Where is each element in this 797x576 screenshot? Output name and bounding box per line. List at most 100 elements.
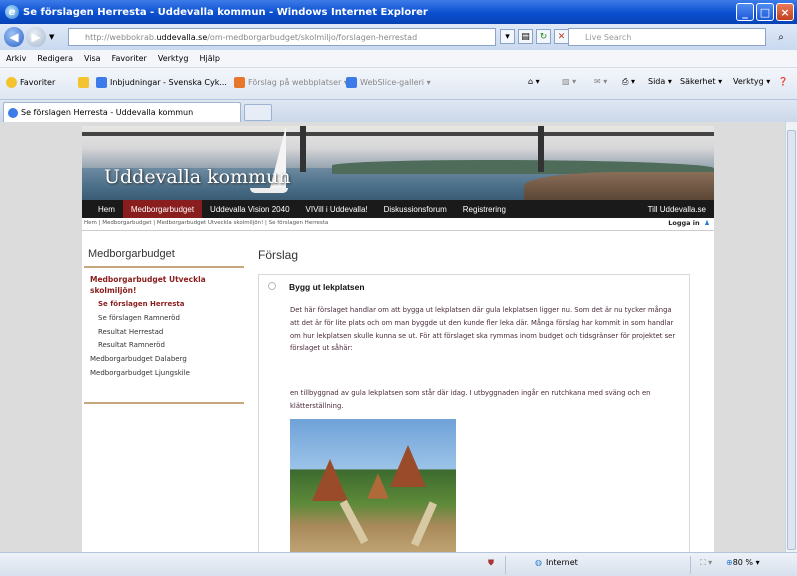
- favorite-link-forslag[interactable]: Förslag på webbplatser ▾: [234, 77, 348, 88]
- security-icon: ⛊: [488, 558, 494, 567]
- login-link[interactable]: Logga in ♟: [668, 219, 710, 227]
- menu-item-redigera[interactable]: Redigera: [37, 54, 73, 63]
- tower-roof: [390, 445, 426, 487]
- site-banner: Uddevalla kommun: [82, 126, 714, 200]
- close-button[interactable]: ×: [776, 3, 794, 21]
- tab-row: Se förslagen Herresta - Uddevalla kommun: [0, 100, 797, 122]
- stop-icon[interactable]: ✕: [554, 29, 569, 44]
- print-button[interactable]: ⎙ ▾: [622, 77, 635, 87]
- sidebar-divider: [84, 402, 244, 404]
- address-bar-row: ◀ ▶ ▼ http://webbokrab. uddevalla.se/om-m…: [0, 24, 797, 50]
- divider: [505, 556, 506, 574]
- feeds-icon: ▧ ▾: [562, 77, 577, 86]
- divider: [690, 556, 691, 574]
- help-button[interactable]: ❓: [778, 77, 788, 86]
- favorites-button[interactable]: Favoriter: [6, 77, 55, 88]
- page-menu-button[interactable]: Sida ▾: [648, 77, 672, 86]
- web-page: Uddevalla kommun Hem Medborgarbudget Udd…: [82, 126, 714, 552]
- zoom-level: 80 %: [732, 558, 754, 567]
- scrollbar-thumb[interactable]: [787, 130, 796, 550]
- nav-item-till-uddevalla[interactable]: Till Uddevalla.se: [648, 200, 706, 218]
- sidebar-item-resultat-herrestad[interactable]: Resultat Herrestad: [84, 326, 244, 340]
- favorites-label: Favoriter: [20, 78, 56, 87]
- status-bar: ⛊ ◍ Internet ⛶ ▾ ⊕ 80 % ▾: [0, 552, 797, 576]
- home-button[interactable]: ⌂ ▾: [528, 77, 540, 86]
- nav-item-vision-2040[interactable]: Uddevalla Vision 2040: [202, 200, 297, 218]
- history-dropdown-icon[interactable]: ▼: [49, 33, 54, 41]
- sidebar-item-herresta[interactable]: Se förslagen Herresta: [84, 298, 244, 312]
- menu-item-verktyg[interactable]: Verktyg: [158, 54, 189, 63]
- favorite-link-webslice[interactable]: WebSlice-galleri ▾: [346, 77, 431, 88]
- slide: [410, 501, 438, 547]
- tab-current[interactable]: Se förslagen Herresta - Uddevalla kommun: [3, 102, 241, 122]
- refresh-icon[interactable]: ↻: [536, 29, 551, 44]
- search-input[interactable]: Live Search: [568, 28, 766, 46]
- favorite-link-label: WebSlice-galleri: [360, 78, 425, 87]
- site-title[interactable]: Uddevalla kommun: [104, 166, 291, 188]
- banner-pylon: [538, 126, 544, 172]
- sidebar-heading: Medborgarbudget: [84, 244, 244, 268]
- page-favicon-icon: [8, 107, 18, 118]
- search-icon[interactable]: ⌕: [770, 29, 792, 45]
- zoom-control[interactable]: ⊕ 80 % ▾: [726, 558, 760, 567]
- mail-button[interactable]: ✉ ▾: [594, 77, 607, 86]
- tools-menu-label: Verktyg: [733, 77, 764, 86]
- globe-icon: ◍: [535, 558, 542, 567]
- nav-item-registrering[interactable]: Registrering: [455, 200, 514, 218]
- security-zone[interactable]: ◍ Internet: [535, 558, 578, 567]
- protected-mode-icon[interactable]: ⛶ ▾: [700, 558, 712, 568]
- banner-bridge: [82, 132, 714, 136]
- new-tab-button[interactable]: [244, 104, 272, 121]
- sidebar-item-resultat-ramnerod[interactable]: Resultat Ramneröd: [84, 339, 244, 353]
- sidebar-item-ljungskile[interactable]: Medborgarbudget Ljungskile: [84, 367, 244, 381]
- ie-logo-icon: e: [5, 5, 19, 19]
- vertical-scrollbar[interactable]: [785, 122, 797, 552]
- sidebar-section-skolmiljo[interactable]: Medborgarbudget Utveckla skolmiljön!: [84, 268, 244, 298]
- printer-icon: ⎙ ▾: [622, 77, 635, 86]
- favorite-link-inbjudningar[interactable]: Inbjudningar - Svenska Cyk...: [96, 77, 227, 88]
- url-dropdown-icon[interactable]: ▾: [500, 29, 515, 44]
- chevron-down-icon: ▾: [665, 77, 672, 86]
- slide: [339, 499, 369, 545]
- login-label: Logga in: [668, 219, 700, 227]
- chevron-down-icon: ▾: [763, 77, 771, 86]
- menu-item-arkiv[interactable]: Arkiv: [6, 54, 26, 63]
- menu-item-visa[interactable]: Visa: [84, 54, 101, 63]
- favorite-link-label: Inbjudningar - Svenska Cyk...: [110, 78, 227, 87]
- back-button[interactable]: ◀: [4, 27, 24, 47]
- banner-rocks: [524, 172, 714, 200]
- nav-item-medborgarbudget[interactable]: Medborgarbudget: [122, 200, 203, 218]
- sidebar-item-ramnerod[interactable]: Se förslagen Ramneröd: [84, 312, 244, 326]
- add-favorite-button[interactable]: [78, 77, 92, 88]
- menu-item-hjalp[interactable]: Hjälp: [200, 54, 220, 63]
- favorite-link-label: Förslag på webbplatser: [248, 78, 342, 87]
- breadcrumb[interactable]: Hem | Medborgarbudget | Medborgarbudget …: [84, 220, 712, 226]
- tab-label: Se förslagen Herresta - Uddevalla kommun: [21, 108, 194, 117]
- proposal-title: Bygg ut lekplatsen: [289, 282, 365, 292]
- nav-item-diskussionsforum[interactable]: Diskussionsforum: [376, 200, 455, 218]
- maximize-button[interactable]: □: [756, 3, 774, 21]
- tower-roof: [367, 473, 389, 499]
- forward-arrow-icon: ▶: [31, 30, 41, 44]
- feeds-button[interactable]: ▧ ▾: [562, 77, 576, 86]
- minimize-button[interactable]: _: [736, 3, 754, 21]
- sidebar: Medborgarbudget Medborgarbudget Utveckla…: [84, 244, 244, 381]
- tools-menu-button[interactable]: Verktyg ▾: [733, 77, 770, 86]
- page-icon: [96, 77, 107, 88]
- url-field[interactable]: http://webbokrab. uddevalla.se/om-medborg…: [68, 28, 496, 46]
- proposal-description: Det här förslaget handlar om att bygga u…: [290, 306, 676, 353]
- nav-item-vivill[interactable]: VIVill i Uddevalla!: [298, 200, 376, 218]
- forward-button[interactable]: ▶: [26, 27, 46, 47]
- menu-item-favoriter[interactable]: Favoriter: [112, 54, 147, 63]
- url-path: /om-medborgarbudget/skolmiljo/forslagen-…: [207, 32, 418, 42]
- safety-menu-button[interactable]: Säkerhet ▾: [680, 77, 722, 86]
- star-icon: [6, 77, 17, 88]
- sailboat-hull: [250, 188, 288, 193]
- tower-roof: [312, 459, 348, 501]
- compatibility-view-icon[interactable]: ▤: [518, 29, 533, 44]
- sidebar-item-dalaberg[interactable]: Medborgarbudget Dalaberg: [84, 353, 244, 367]
- proposal-radio[interactable]: [268, 282, 276, 290]
- url-domain: uddevalla.se: [156, 32, 208, 42]
- nav-item-hem[interactable]: Hem: [90, 200, 123, 218]
- safety-menu-label: Säkerhet: [680, 77, 716, 86]
